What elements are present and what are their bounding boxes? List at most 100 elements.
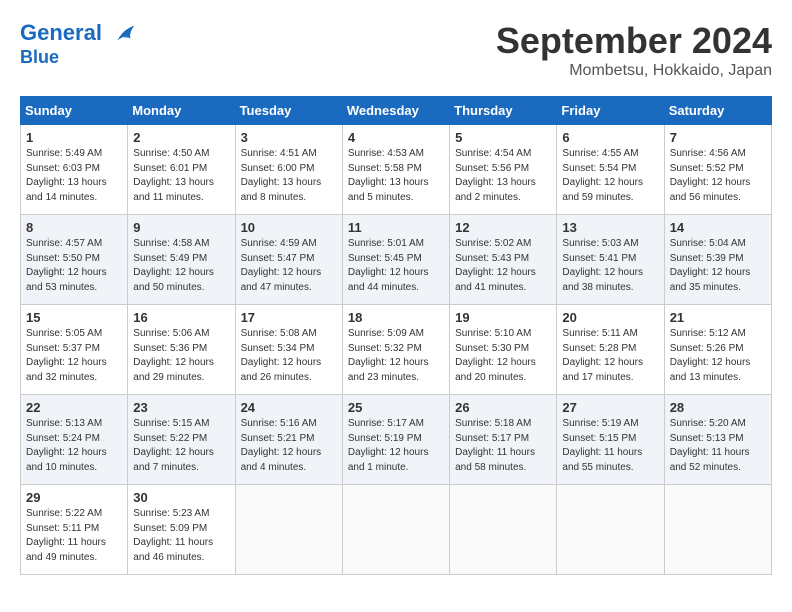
- day-info: Sunrise: 5:17 AM Sunset: 5:19 PM Dayligh…: [348, 417, 444, 475]
- calendar-cell: 7 Sunrise: 4:56 AM Sunset: 5:52 PM Dayli…: [664, 125, 771, 215]
- day-info: Sunrise: 4:51 AM Sunset: 6:00 PM Dayligh…: [241, 147, 337, 205]
- weekday-header-sunday: Sunday: [21, 97, 128, 125]
- weekday-header-thursday: Thursday: [450, 97, 557, 125]
- calendar-week-5: 29 Sunrise: 5:22 AM Sunset: 5:11 PM Dayl…: [21, 485, 772, 575]
- calendar-cell: 15 Sunrise: 5:05 AM Sunset: 5:37 PM Dayl…: [21, 305, 128, 395]
- day-info: Sunrise: 5:15 AM Sunset: 5:22 PM Dayligh…: [133, 417, 229, 475]
- calendar-week-1: 1 Sunrise: 5:49 AM Sunset: 6:03 PM Dayli…: [21, 125, 772, 215]
- day-info: Sunrise: 5:18 AM Sunset: 5:17 PM Dayligh…: [455, 417, 551, 475]
- day-number: 17: [241, 310, 337, 325]
- calendar-cell: 23 Sunrise: 5:15 AM Sunset: 5:22 PM Dayl…: [128, 395, 235, 485]
- month-title: September 2024: [496, 20, 772, 62]
- day-info: Sunrise: 5:01 AM Sunset: 5:45 PM Dayligh…: [348, 237, 444, 295]
- day-number: 21: [670, 310, 766, 325]
- calendar-cell: [557, 485, 664, 575]
- calendar-cell: 26 Sunrise: 5:18 AM Sunset: 5:17 PM Dayl…: [450, 395, 557, 485]
- logo: General Blue: [20, 20, 138, 68]
- day-info: Sunrise: 5:22 AM Sunset: 5:11 PM Dayligh…: [26, 507, 122, 565]
- day-number: 1: [26, 130, 122, 145]
- calendar-body: 1 Sunrise: 5:49 AM Sunset: 6:03 PM Dayli…: [21, 125, 772, 575]
- day-number: 22: [26, 400, 122, 415]
- calendar-cell: [342, 485, 449, 575]
- calendar-cell: 27 Sunrise: 5:19 AM Sunset: 5:15 PM Dayl…: [557, 395, 664, 485]
- calendar-cell: 9 Sunrise: 4:58 AM Sunset: 5:49 PM Dayli…: [128, 215, 235, 305]
- day-number: 15: [26, 310, 122, 325]
- day-info: Sunrise: 5:12 AM Sunset: 5:26 PM Dayligh…: [670, 327, 766, 385]
- calendar-cell: 16 Sunrise: 5:06 AM Sunset: 5:36 PM Dayl…: [128, 305, 235, 395]
- day-number: 5: [455, 130, 551, 145]
- calendar-week-3: 15 Sunrise: 5:05 AM Sunset: 5:37 PM Dayl…: [21, 305, 772, 395]
- day-number: 18: [348, 310, 444, 325]
- calendar-cell: 8 Sunrise: 4:57 AM Sunset: 5:50 PM Dayli…: [21, 215, 128, 305]
- calendar-table: SundayMondayTuesdayWednesdayThursdayFrid…: [20, 96, 772, 575]
- day-info: Sunrise: 5:05 AM Sunset: 5:37 PM Dayligh…: [26, 327, 122, 385]
- day-info: Sunrise: 4:54 AM Sunset: 5:56 PM Dayligh…: [455, 147, 551, 205]
- day-info: Sunrise: 5:03 AM Sunset: 5:41 PM Dayligh…: [562, 237, 658, 295]
- day-info: Sunrise: 5:23 AM Sunset: 5:09 PM Dayligh…: [133, 507, 229, 565]
- day-info: Sunrise: 4:57 AM Sunset: 5:50 PM Dayligh…: [26, 237, 122, 295]
- day-number: 24: [241, 400, 337, 415]
- weekday-header-row: SundayMondayTuesdayWednesdayThursdayFrid…: [21, 97, 772, 125]
- day-number: 28: [670, 400, 766, 415]
- calendar-cell: 12 Sunrise: 5:02 AM Sunset: 5:43 PM Dayl…: [450, 215, 557, 305]
- day-number: 8: [26, 220, 122, 235]
- day-number: 29: [26, 490, 122, 505]
- day-info: Sunrise: 4:53 AM Sunset: 5:58 PM Dayligh…: [348, 147, 444, 205]
- calendar-cell: 30 Sunrise: 5:23 AM Sunset: 5:09 PM Dayl…: [128, 485, 235, 575]
- day-info: Sunrise: 5:11 AM Sunset: 5:28 PM Dayligh…: [562, 327, 658, 385]
- logo-blue: Blue: [20, 48, 138, 68]
- calendar-cell: 3 Sunrise: 4:51 AM Sunset: 6:00 PM Dayli…: [235, 125, 342, 215]
- day-number: 10: [241, 220, 337, 235]
- calendar-week-4: 22 Sunrise: 5:13 AM Sunset: 5:24 PM Dayl…: [21, 395, 772, 485]
- day-info: Sunrise: 4:59 AM Sunset: 5:47 PM Dayligh…: [241, 237, 337, 295]
- page-header: General Blue September 2024 Mombetsu, Ho…: [20, 20, 772, 80]
- title-block: September 2024 Mombetsu, Hokkaido, Japan: [496, 20, 772, 80]
- day-info: Sunrise: 5:20 AM Sunset: 5:13 PM Dayligh…: [670, 417, 766, 475]
- day-number: 9: [133, 220, 229, 235]
- weekday-header-friday: Friday: [557, 97, 664, 125]
- day-number: 12: [455, 220, 551, 235]
- day-info: Sunrise: 5:04 AM Sunset: 5:39 PM Dayligh…: [670, 237, 766, 295]
- day-info: Sunrise: 5:49 AM Sunset: 6:03 PM Dayligh…: [26, 147, 122, 205]
- weekday-header-monday: Monday: [128, 97, 235, 125]
- calendar-cell: 1 Sunrise: 5:49 AM Sunset: 6:03 PM Dayli…: [21, 125, 128, 215]
- calendar-cell: [235, 485, 342, 575]
- day-number: 16: [133, 310, 229, 325]
- calendar-cell: 28 Sunrise: 5:20 AM Sunset: 5:13 PM Dayl…: [664, 395, 771, 485]
- calendar-cell: [450, 485, 557, 575]
- day-number: 7: [670, 130, 766, 145]
- calendar-cell: [664, 485, 771, 575]
- calendar-cell: 5 Sunrise: 4:54 AM Sunset: 5:56 PM Dayli…: [450, 125, 557, 215]
- weekday-header-saturday: Saturday: [664, 97, 771, 125]
- day-number: 23: [133, 400, 229, 415]
- day-info: Sunrise: 5:10 AM Sunset: 5:30 PM Dayligh…: [455, 327, 551, 385]
- weekday-header-tuesday: Tuesday: [235, 97, 342, 125]
- calendar-cell: 29 Sunrise: 5:22 AM Sunset: 5:11 PM Dayl…: [21, 485, 128, 575]
- day-number: 25: [348, 400, 444, 415]
- day-info: Sunrise: 5:02 AM Sunset: 5:43 PM Dayligh…: [455, 237, 551, 295]
- calendar-cell: 14 Sunrise: 5:04 AM Sunset: 5:39 PM Dayl…: [664, 215, 771, 305]
- calendar-cell: 2 Sunrise: 4:50 AM Sunset: 6:01 PM Dayli…: [128, 125, 235, 215]
- day-info: Sunrise: 5:13 AM Sunset: 5:24 PM Dayligh…: [26, 417, 122, 475]
- day-info: Sunrise: 4:50 AM Sunset: 6:01 PM Dayligh…: [133, 147, 229, 205]
- location-subtitle: Mombetsu, Hokkaido, Japan: [496, 62, 772, 80]
- calendar-cell: 19 Sunrise: 5:10 AM Sunset: 5:30 PM Dayl…: [450, 305, 557, 395]
- calendar-cell: 6 Sunrise: 4:55 AM Sunset: 5:54 PM Dayli…: [557, 125, 664, 215]
- day-number: 20: [562, 310, 658, 325]
- calendar-cell: 13 Sunrise: 5:03 AM Sunset: 5:41 PM Dayl…: [557, 215, 664, 305]
- day-info: Sunrise: 5:09 AM Sunset: 5:32 PM Dayligh…: [348, 327, 444, 385]
- day-number: 6: [562, 130, 658, 145]
- day-number: 30: [133, 490, 229, 505]
- weekday-header-wednesday: Wednesday: [342, 97, 449, 125]
- calendar-week-2: 8 Sunrise: 4:57 AM Sunset: 5:50 PM Dayli…: [21, 215, 772, 305]
- day-number: 26: [455, 400, 551, 415]
- day-info: Sunrise: 5:19 AM Sunset: 5:15 PM Dayligh…: [562, 417, 658, 475]
- day-info: Sunrise: 5:08 AM Sunset: 5:34 PM Dayligh…: [241, 327, 337, 385]
- day-number: 19: [455, 310, 551, 325]
- day-number: 11: [348, 220, 444, 235]
- calendar-cell: 21 Sunrise: 5:12 AM Sunset: 5:26 PM Dayl…: [664, 305, 771, 395]
- logo-text: General: [20, 20, 138, 48]
- day-number: 4: [348, 130, 444, 145]
- day-number: 14: [670, 220, 766, 235]
- calendar-cell: 4 Sunrise: 4:53 AM Sunset: 5:58 PM Dayli…: [342, 125, 449, 215]
